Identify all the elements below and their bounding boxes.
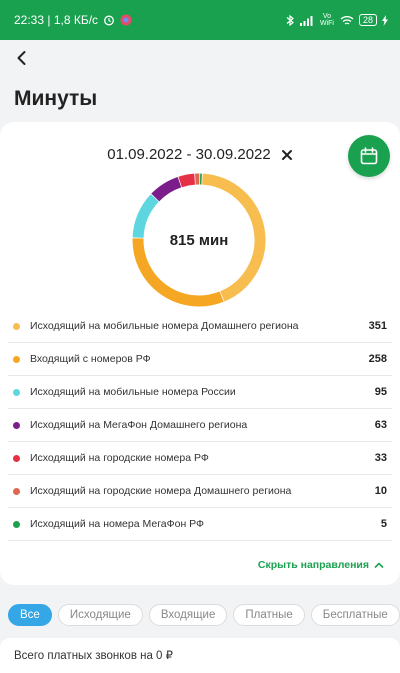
legend-label: Исходящий на городские номера РФ — [30, 452, 209, 464]
alarm-icon — [103, 14, 115, 26]
minutes-card: 01.09.2022 - 30.09.2022 815 мин Исходящи… — [0, 122, 400, 585]
legend-value: 10 — [374, 485, 387, 497]
legend-dot — [13, 520, 20, 528]
hide-directions-label: Скрыть направления — [257, 559, 369, 571]
calendar-button[interactable] — [348, 135, 390, 177]
signal-icon — [299, 15, 314, 26]
filter-incoming[interactable]: Входящие — [148, 604, 228, 626]
status-time: 22:33 | 1,8 КБ/с — [14, 13, 99, 27]
minutes-donut-chart: 815 мин — [131, 172, 267, 308]
legend-list: Исходящий на мобильные номера Домашнего … — [8, 310, 392, 541]
legend-dot — [13, 322, 20, 330]
hide-directions-button[interactable]: Скрыть направления — [258, 559, 384, 571]
donut-total: 815 мин — [169, 231, 229, 249]
legend-label: Исходящий на мобильные номера России — [30, 386, 236, 398]
bluetooth-icon — [285, 14, 295, 27]
legend-item: Исходящий на мобильные номера России 95 — [8, 376, 392, 409]
date-range-text: 01.09.2022 - 30.09.2022 — [107, 146, 271, 163]
legend-dot — [13, 487, 20, 495]
app-notification-icon — [120, 14, 132, 26]
page-header: Минуты — [0, 40, 400, 120]
legend-value: 258 — [368, 353, 387, 365]
legend-label: Исходящий на городские номера Домашнего … — [30, 485, 292, 497]
legend-item: Входящий с номеров РФ 258 — [8, 343, 392, 376]
status-bar: 22:33 | 1,8 КБ/с Vo WiFi 28 — [0, 0, 400, 40]
charging-icon — [382, 14, 388, 26]
page-title: Минуты — [14, 87, 98, 110]
arrow-left-icon — [17, 51, 26, 65]
legend-dot — [13, 355, 20, 363]
legend-item: Исходящий на мобильные номера Домашнего … — [8, 310, 392, 343]
wifi-icon — [340, 15, 354, 26]
legend-dot — [13, 421, 20, 429]
chevron-up-icon — [374, 562, 384, 568]
legend-item: Исходящий на МегаФон Домашнего региона 63 — [8, 409, 392, 442]
clear-date-button[interactable] — [281, 149, 293, 161]
legend-item: Исходящий на городские номера Домашнего … — [8, 475, 392, 508]
back-button[interactable] — [10, 46, 34, 70]
legend-value: 95 — [374, 386, 387, 398]
legend-value: 5 — [380, 518, 387, 530]
legend-label: Исходящий на номера МегаФон РФ — [30, 518, 205, 530]
legend-label: Исходящий на мобильные номера Домашнего … — [30, 320, 299, 332]
battery-level: 28 — [358, 14, 377, 26]
calendar-icon — [360, 147, 378, 165]
close-icon — [281, 149, 292, 160]
legend-item: Исходящий на номера МегаФон РФ 5 — [8, 508, 392, 541]
date-range: 01.09.2022 - 30.09.2022 — [0, 146, 400, 163]
legend-value: 63 — [374, 419, 387, 431]
legend-dot — [13, 454, 20, 462]
filter-free[interactable]: Бесплатные — [310, 604, 400, 626]
filter-all[interactable]: Все — [8, 604, 52, 626]
legend-dot — [13, 388, 20, 396]
call-filters: Все Исходящие Входящие Платные Бесплатны… — [8, 604, 400, 626]
legend-value: 33 — [374, 452, 387, 464]
legend-label: Входящий с номеров РФ — [30, 353, 151, 365]
filter-paid[interactable]: Платные — [233, 604, 305, 626]
paid-calls-summary: Всего платных звонков на 0 ₽ — [0, 638, 400, 673]
legend-label: Исходящий на МегаФон Домашнего региона — [30, 419, 248, 431]
filter-outgoing[interactable]: Исходящие — [57, 604, 143, 626]
legend-item: Исходящий на городские номера РФ 33 — [8, 442, 392, 475]
vowifi-label: Vo WiFi — [319, 13, 334, 27]
legend-value: 351 — [368, 320, 387, 332]
